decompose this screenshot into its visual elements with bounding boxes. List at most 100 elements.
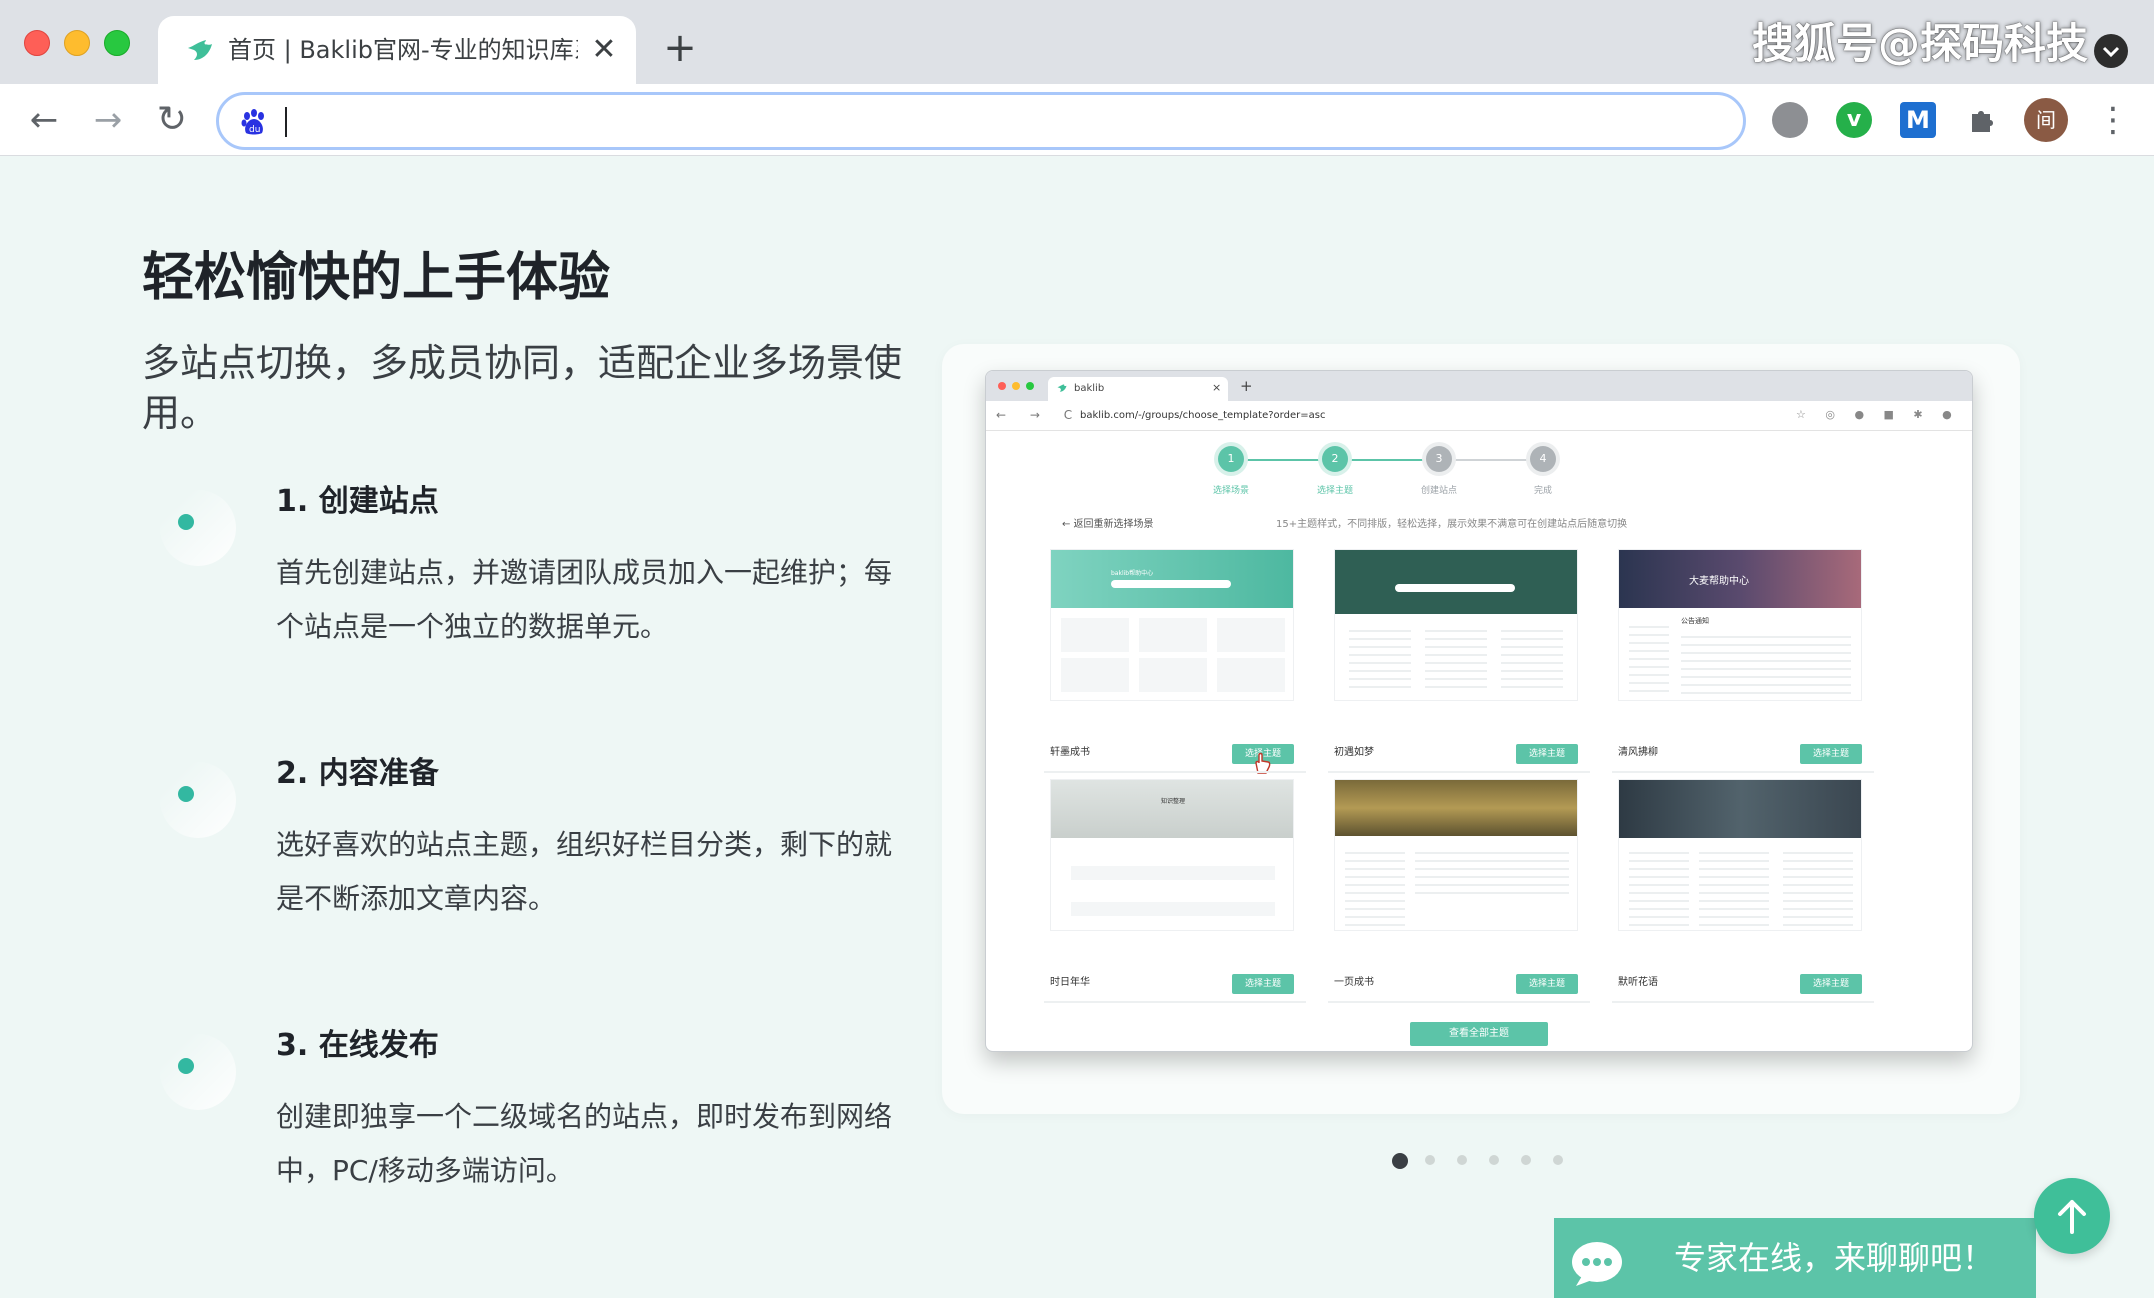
step-decoration [160,490,236,566]
carousel-dot[interactable] [1489,1155,1499,1165]
template-divider [1612,771,1874,773]
select-theme-button: 选择主题 [1800,744,1862,764]
template-thumbnail: baklib帮助中心 [1050,549,1294,701]
step-2-description: 选好喜欢的站点主题，组织好栏目分类，剩下的就是不断添加文章内容。 [276,828,893,915]
step-bullet [178,786,194,802]
step-bullet [178,1058,194,1074]
step-3-description: 创建即独享一个二级域名的站点，即时发布到网络中，PC/移动多端访问。 [276,1100,893,1187]
reload-button[interactable]: ↻ [152,100,192,140]
v-extension-icon[interactable]: v [1836,102,1872,138]
baklib-bird-icon [188,40,212,60]
thumb-header: 知识整理 [1161,798,1186,805]
chat-label: 专家在线，来聊聊吧！ [1674,1239,1995,1277]
carousel-dot[interactable] [1425,1155,1435,1165]
browser-tab-bar: 首页 | Baklib官网-专业的知识库系统 ✕ + 搜狐号@探码科技 [0,0,2154,84]
baidu-paw-icon: du [241,109,264,135]
profile-avatar[interactable]: 间 [2024,98,2068,142]
window-zoom-button[interactable] [104,30,130,56]
screenshot-tab: baklib × [1048,377,1228,401]
template-name: 时日年华 [1050,977,1090,988]
screenshot-url-bar: ← → C baklib.com/-/groups/choose_templat… [986,401,1972,431]
select-theme-button: 选择主题 [1800,974,1862,994]
stepper-label: 选择主题 [1316,486,1353,496]
profile-menu-chevron-icon[interactable] [2094,34,2128,68]
template-divider [1328,1001,1590,1003]
window-minimize-button[interactable] [64,30,90,56]
screenshot-traffic-light [1012,382,1020,390]
stepper-step-2: 2 [1322,446,1348,472]
template-name: 轩墨成书 [1050,747,1090,758]
thumb-header: 大麦帮助中心 [1689,576,1749,587]
forward-button[interactable]: → [88,100,128,140]
stepper-label: 完成 [1533,486,1552,496]
browser-toolbar: ← → ↻ du v M 间 ⋮ [0,84,2154,156]
template-name: 一页成书 [1334,977,1374,988]
view-all-themes-button: 查看全部主题 [1410,1022,1548,1046]
template-name: 清风拂柳 [1618,747,1658,758]
screenshot-traffic-light [1026,382,1034,390]
stepper-step-1: 1 [1218,446,1244,472]
window-close-button[interactable] [24,30,50,56]
step-2-title: 2. 内容准备 [276,756,439,791]
template-thumbnail [1618,779,1862,931]
select-theme-button: 选择主题 [1516,744,1578,764]
address-bar[interactable]: du [216,92,1746,150]
m-extension-icon[interactable]: M [1900,102,1936,138]
screenshot-url: baklib.com/-/groups/choose_template?orde… [1080,410,1326,421]
template-thumbnail: 大麦帮助中心 公告通知 [1618,549,1862,701]
text-caret [285,107,287,137]
thumb-notice: 公告通知 [1681,617,1709,625]
svg-text:du: du [249,125,260,135]
select-theme-button: 选择主题 [1232,974,1294,994]
step-1-description: 首先创建站点，并邀请团队成员加入一起维护；每个站点是一个独立的数据单元。 [276,556,893,643]
stepper-step-3: 3 [1426,446,1452,472]
browser-tab-active[interactable]: 首页 | Baklib官网-专业的知识库系统 ✕ [158,16,636,84]
step-decoration [160,1034,236,1110]
back-button[interactable]: ← [24,100,64,140]
template-thumbnail [1334,779,1578,931]
select-theme-button: 选择主题 [1516,974,1578,994]
chat-widget[interactable]: 专家在线，来聊聊吧！ [1554,1218,2036,1298]
carousel-screenshot: baklib × + ← → C baklib.com/-/groups/cho… [985,370,1973,1052]
screenshot-back-link: ← 返回重新选择场景 [1062,519,1154,530]
screenshot-hint: 15+主题样式，不同排版，轻松选择，展示效果不满意可在创建站点后随意切换 [1276,519,1628,530]
template-thumbnail [1334,549,1578,701]
screenshot-traffic-light [998,382,1006,390]
screenshot-new-tab-icon: + [1240,377,1253,395]
browser-menu-button[interactable]: ⋮ [2096,98,2130,142]
screenshot-nav-icons: ← → C [996,408,1083,422]
step-3-title: 3. 在线发布 [276,1028,439,1063]
stepper-label: 选择场景 [1212,486,1249,496]
chat-bubble-icon [1572,1242,1622,1286]
sohu-watermark: 搜狐号@探码科技 [1752,19,2089,68]
screenshot-tab-bar: baklib × + [986,371,1972,401]
template-thumbnail: 知识整理 [1050,779,1294,931]
template-name: 初遇如梦 [1334,747,1374,758]
screenshot-tab-close-icon: × [1212,381,1222,394]
thumb-header: baklib帮助中心 [1111,570,1154,577]
page-title: 轻松愉快的上手体验 [142,248,611,308]
tab-title: 首页 | Baklib官网-专业的知识库系统 [228,36,578,64]
carousel-dot[interactable] [1521,1155,1531,1165]
step-decoration [160,762,236,838]
step-bullet [178,514,194,530]
globe-extension-icon[interactable] [1772,102,1808,138]
page-subtitle: 多站点切换，多成员协同，适配企业多场景使用。 [142,341,903,435]
tab-close-icon[interactable]: ✕ [586,32,622,68]
carousel-dot[interactable] [1457,1155,1467,1165]
stepper-label: 创建站点 [1420,486,1457,496]
carousel-dot[interactable] [1553,1155,1563,1165]
screenshot-extension-icons: ☆ ◎ ● ■ ✱ ● ⋮ [1796,408,1973,421]
template-divider [1612,1001,1874,1003]
template-divider [1044,771,1306,773]
puzzle-icon[interactable] [1964,102,2000,138]
stepper-step-4: 4 [1530,446,1556,472]
template-divider [1328,771,1590,773]
baklib-bird-icon [1057,384,1067,392]
carousel-dot-active[interactable] [1392,1153,1408,1169]
template-name: 默听花语 [1618,977,1658,988]
scroll-to-top-button[interactable] [2034,1178,2110,1254]
new-tab-button[interactable]: + [660,28,700,68]
chevron-down-icon [2102,46,2120,58]
step-1-title: 1. 创建站点 [276,484,439,519]
